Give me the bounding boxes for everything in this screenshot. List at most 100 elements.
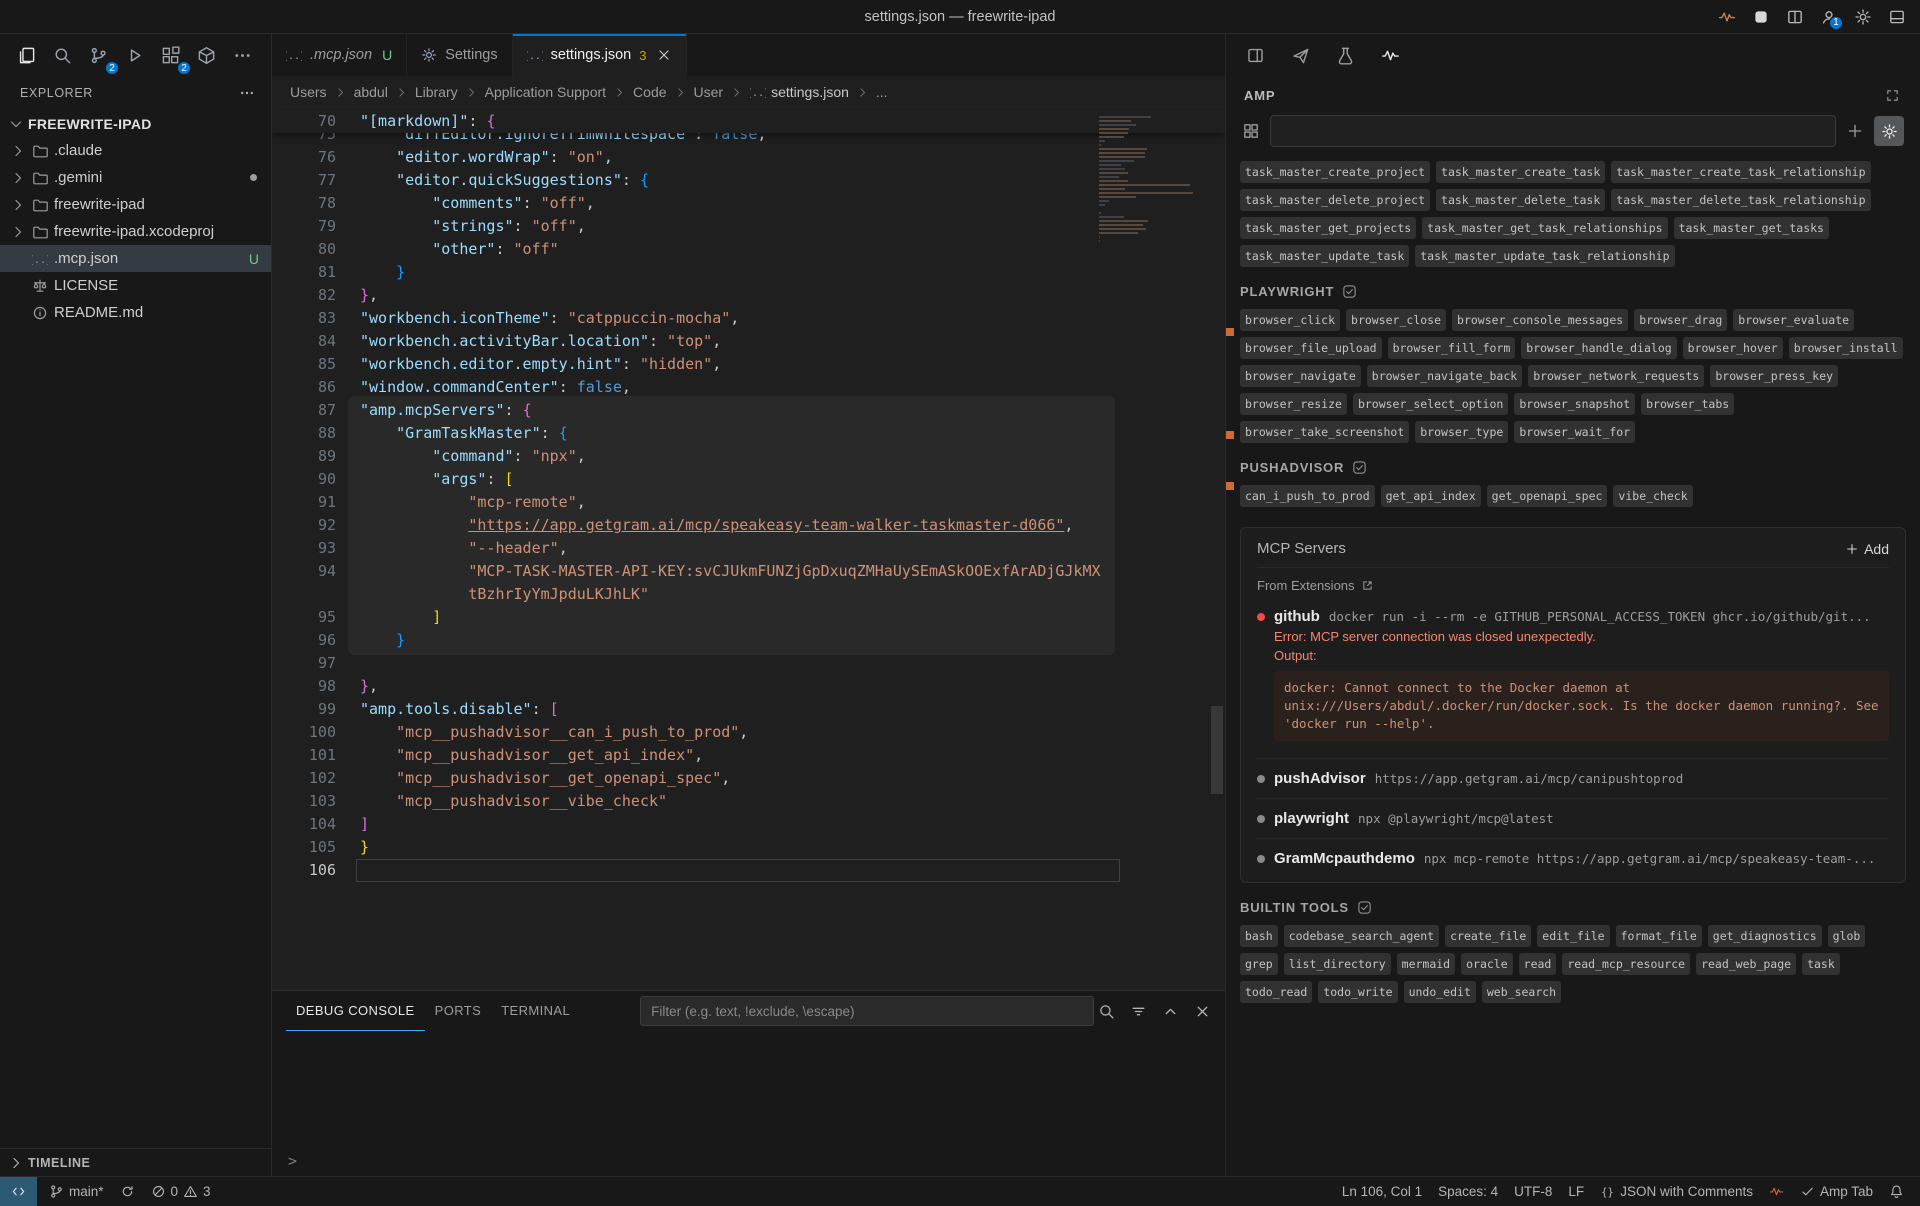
code-line[interactable]: 93 "--header", [272, 537, 1225, 560]
tool-chip[interactable]: task_master_create_task [1436, 161, 1605, 183]
account-icon[interactable]: 1 [1820, 8, 1838, 26]
close-icon[interactable] [656, 47, 672, 63]
code-line[interactable]: 98}, [272, 675, 1225, 698]
activity-item-explorer[interactable] [10, 39, 42, 71]
debug-console-output[interactable]: > [272, 1031, 1225, 1176]
tab-settings[interactable]: Settings [407, 34, 512, 76]
section-header[interactable]: PLAYWRIGHT [1240, 284, 1906, 299]
add-server-button[interactable]: Add [1845, 541, 1889, 557]
code-line[interactable]: 105} [272, 836, 1225, 859]
editor-scrollbar[interactable] [1211, 706, 1223, 794]
panel-tab-debug-console[interactable]: DEBUG CONSOLE [286, 991, 425, 1031]
tool-chip[interactable]: vibe_check [1613, 485, 1692, 507]
sticky-code-line[interactable]: 70"[markdown]": { [272, 110, 1225, 133]
breadcrumb-item[interactable]: abdul [354, 84, 388, 100]
tool-chip[interactable]: browser_evaluate [1733, 309, 1854, 331]
breadcrumb-item[interactable]: Library [415, 84, 458, 100]
code-line[interactable]: 87"amp.mcpServers": { [272, 399, 1225, 422]
grid-icon[interactable] [1242, 122, 1260, 140]
activity-item-package[interactable] [190, 39, 222, 71]
amp-settings-button[interactable] [1874, 116, 1904, 146]
send-icon[interactable] [1291, 46, 1310, 65]
amp-prompt-input[interactable] [1270, 115, 1836, 147]
tool-chip[interactable]: get_openapi_spec [1487, 485, 1608, 507]
tool-chip[interactable]: browser_wait_for [1514, 421, 1635, 443]
tool-chip[interactable]: grep [1240, 953, 1278, 975]
code-line[interactable]: 78 "comments": "off", [272, 192, 1225, 215]
problems-status[interactable]: 03 [143, 1177, 219, 1206]
tool-chip[interactable]: oracle [1461, 953, 1513, 975]
tool-chip[interactable]: task_master_update_task [1240, 245, 1409, 267]
mcp-server-playwright[interactable]: playwrightnpx @playwright/mcp@latest [1257, 798, 1889, 838]
code-line[interactable]: 91 "mcp-remote", [272, 491, 1225, 514]
panel-right-icon[interactable] [1246, 46, 1265, 65]
code-line[interactable]: 76 "editor.wordWrap": "on", [272, 146, 1225, 169]
tool-chip[interactable]: browser_hover [1683, 337, 1783, 359]
activity-item-search[interactable] [46, 39, 78, 71]
activity-item-more[interactable] [226, 39, 258, 71]
language-mode[interactable]: {}JSON with Comments [1592, 1177, 1761, 1206]
breadcrumb-item[interactable]: Users [290, 84, 327, 100]
tool-chip[interactable]: edit_file [1537, 925, 1609, 947]
filter-input[interactable] [640, 996, 1094, 1026]
tool-chip[interactable]: read_web_page [1696, 953, 1796, 975]
sync-status[interactable] [112, 1177, 143, 1206]
tab-settings-json[interactable]: {..}settings.json3 [513, 34, 688, 76]
tool-chip[interactable]: browser_resize [1240, 393, 1347, 415]
notifications-bell[interactable] [1881, 1177, 1912, 1206]
tool-chip[interactable]: task_master_delete_task_relationship [1611, 189, 1870, 211]
code-line[interactable]: 88 "GramTaskMaster": { [272, 422, 1225, 445]
code-line[interactable]: 85"workbench.editor.empty.hint": "hidden… [272, 353, 1225, 376]
tool-chip[interactable]: codebase_search_agent [1284, 925, 1439, 947]
split-editor-icon[interactable] [1786, 8, 1804, 26]
code-line[interactable]: 103 "mcp__pushadvisor__vibe_check" [272, 790, 1225, 813]
expand-icon[interactable] [1885, 88, 1900, 103]
timeline-section[interactable]: TIMELINE [0, 1148, 271, 1176]
tool-chip[interactable]: browser_click [1240, 309, 1340, 331]
code-line[interactable]: 90 "args": [ [272, 468, 1225, 491]
tool-chip[interactable]: browser_navigate_back [1367, 365, 1522, 387]
encoding-status[interactable]: UTF-8 [1506, 1177, 1560, 1206]
code-line[interactable]: 77 "editor.quickSuggestions": { [272, 169, 1225, 192]
code-line[interactable]: 102 "mcp__pushadvisor__get_openapi_spec"… [272, 767, 1225, 790]
breadcrumb-item[interactable]: Application Support [485, 84, 606, 100]
tool-chip[interactable]: read [1519, 953, 1557, 975]
remote-indicator[interactable] [0, 1177, 37, 1206]
tool-chip[interactable]: task_master_create_project [1240, 161, 1430, 183]
tool-chip[interactable]: browser_file_upload [1240, 337, 1382, 359]
eol-status[interactable]: LF [1560, 1177, 1592, 1206]
tool-chip[interactable]: format_file [1616, 925, 1702, 947]
app-box-icon[interactable] [1752, 8, 1770, 26]
code-line[interactable]: 96 } [272, 629, 1225, 652]
tool-chip[interactable]: browser_type [1415, 421, 1508, 443]
breadcrumb-item[interactable]: Code [633, 84, 666, 100]
code-line[interactable]: tBzhrIyYmJpduLKJhLK" [272, 583, 1225, 606]
sticky-scroll-line[interactable]: 70"[markdown]": { [272, 110, 1225, 133]
chevron-up-icon[interactable] [1162, 1003, 1179, 1020]
branch-status[interactable]: main* [41, 1177, 112, 1206]
beaker-icon[interactable] [1336, 46, 1355, 65]
tool-chip[interactable]: web_search [1482, 981, 1561, 1003]
code-line[interactable]: 82}, [272, 284, 1225, 307]
checkbox-icon[interactable] [1342, 284, 1357, 299]
code-line[interactable]: 99"amp.tools.disable": [ [272, 698, 1225, 721]
code-line[interactable]: 92 "https://app.getgram.ai/mcp/speakeasy… [272, 514, 1225, 537]
minimap[interactable] [1099, 116, 1203, 248]
mcp-server-grammcpauthdemo[interactable]: GramMcpauthdemonpx mcp-remote https://ap… [1257, 838, 1889, 878]
tool-chip[interactable]: browser_snapshot [1514, 393, 1635, 415]
code-line[interactable]: 84"workbench.activityBar.location": "top… [272, 330, 1225, 353]
settings-gear-icon[interactable] [1854, 8, 1872, 26]
activity-item-source-control[interactable]: 2 [82, 39, 114, 71]
filter-lines-icon[interactable] [1130, 1003, 1147, 1020]
code-line[interactable]: 81 } [272, 261, 1225, 284]
tool-chip[interactable]: browser_select_option [1353, 393, 1508, 415]
tab-mcp-json[interactable]: {..}.mcp.jsonU [272, 34, 407, 76]
search-icon[interactable] [1098, 1003, 1115, 1020]
code-lines[interactable]: 75 "diffEditor.ignoreTrimWhitespace": fa… [272, 123, 1225, 882]
code-line[interactable]: 79 "strings": "off", [272, 215, 1225, 238]
tool-chip[interactable]: task_master_update_task_relationship [1415, 245, 1674, 267]
tool-chip[interactable]: task_master_get_task_relationships [1422, 217, 1667, 239]
activity-item-extensions[interactable]: 2 [154, 39, 186, 71]
code-editor[interactable]: 70"[markdown]": { 75 "diffEditor.ignoreT… [272, 108, 1225, 990]
code-line[interactable]: 97 [272, 652, 1225, 675]
